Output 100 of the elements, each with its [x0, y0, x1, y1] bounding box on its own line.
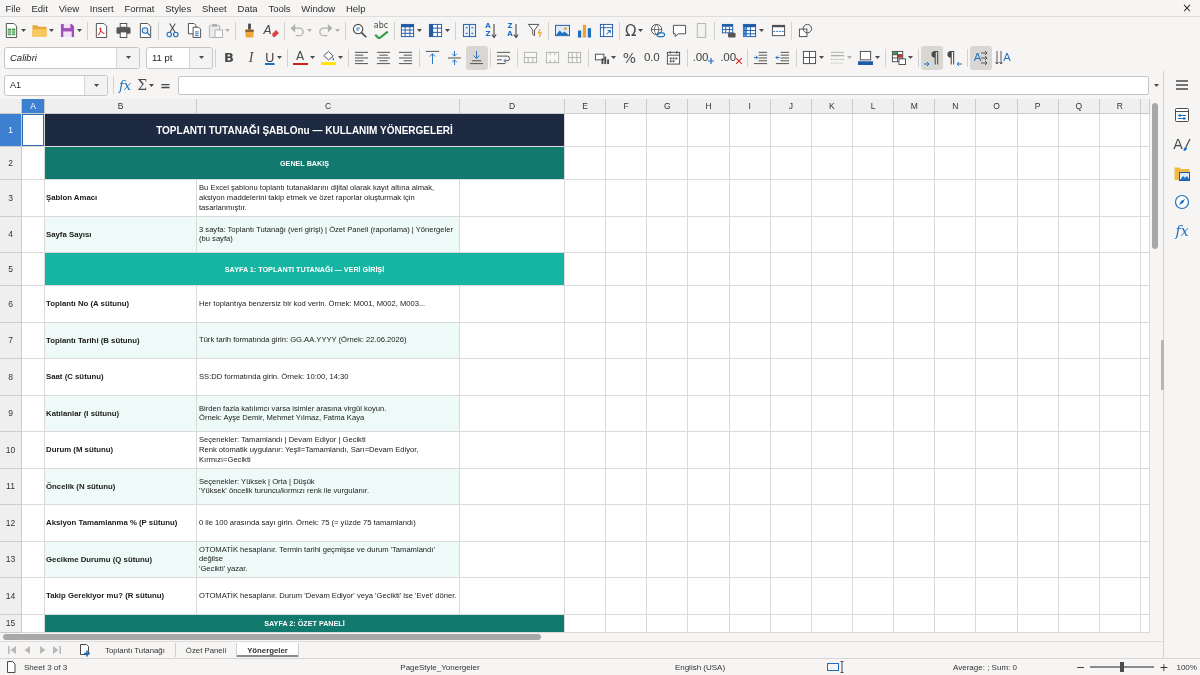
- function-wizard-button[interactable]: fx: [116, 74, 135, 96]
- scrollbar-thumb[interactable]: [1152, 103, 1158, 249]
- column-header[interactable]: D: [460, 99, 565, 114]
- row-header[interactable]: 4: [0, 216, 22, 253]
- down-arrows-icon: [995, 49, 1004, 66]
- styles-button[interactable]: A: [1170, 132, 1194, 156]
- underline-button[interactable]: U: [262, 45, 285, 70]
- number-format-standard-button[interactable]: 0.0: [640, 45, 663, 70]
- column-header[interactable]: E: [565, 99, 607, 114]
- right-aligned-lines-icon: [398, 50, 413, 65]
- row-header[interactable]: 14: [0, 578, 22, 615]
- menu-item[interactable]: Data: [232, 0, 263, 16]
- caret-icon: [93, 83, 99, 87]
- menu-item[interactable]: Help: [340, 0, 371, 16]
- language-status[interactable]: English (USA): [650, 662, 750, 672]
- menu-item[interactable]: Format: [119, 0, 160, 16]
- zoom-in-button[interactable]: +: [1159, 661, 1169, 673]
- column-header[interactable]: Q: [1058, 99, 1100, 114]
- sheet-position: Sheet 3 of 3: [24, 662, 69, 672]
- align-top-icon: [425, 50, 440, 65]
- paint-bucket-icon: [320, 50, 336, 65]
- calendar-icon: [666, 50, 681, 65]
- vertical-text-button[interactable]: A: [991, 45, 1014, 70]
- column-header[interactable]: H: [688, 99, 730, 114]
- indent-lines-icon: [753, 50, 769, 65]
- italic-button[interactable]: I: [240, 45, 262, 70]
- bar-left-triangle-icon: [7, 646, 16, 654]
- row-header[interactable]: 2: [0, 147, 22, 180]
- column-header[interactable]: C: [197, 99, 460, 114]
- menu-item[interactable]: Edit: [26, 0, 54, 16]
- slider-thumb[interactable]: [1120, 662, 1125, 672]
- color-bar-icon: [292, 62, 308, 66]
- speech-bubble-icon: [671, 23, 687, 38]
- menu-item[interactable]: Window: [295, 0, 341, 16]
- column-header[interactable]: K: [811, 99, 853, 114]
- clear-formatting-button[interactable]: A: [260, 18, 282, 43]
- row-header[interactable]: 11: [0, 468, 22, 505]
- menu-item[interactable]: View: [53, 0, 85, 16]
- column-header[interactable]: N: [935, 99, 977, 114]
- folder-picture-icon: [1174, 165, 1190, 181]
- row-header[interactable]: 10: [0, 432, 22, 469]
- menu-item[interactable]: File: [0, 0, 27, 16]
- row-header[interactable]: 12: [0, 505, 22, 542]
- row-header[interactable]: 8: [0, 359, 22, 396]
- row-header[interactable]: 5: [0, 253, 22, 286]
- row-header[interactable]: 13: [0, 541, 22, 578]
- delete-decimal-button[interactable]: .00: [717, 45, 745, 70]
- menu-item[interactable]: Styles: [159, 0, 197, 16]
- right-to-left-button[interactable]: ¶: [942, 45, 965, 70]
- zoom-percentage: 100%: [1176, 662, 1197, 672]
- row-header[interactable]: 9: [0, 395, 22, 432]
- left-to-right-button[interactable]: ¶: [920, 45, 943, 70]
- row-header[interactable]: 7: [0, 322, 22, 359]
- sidebar-grip[interactable]: [1161, 340, 1164, 390]
- column-header[interactable]: R: [1099, 99, 1141, 114]
- percent-format-button[interactable]: %: [618, 45, 641, 70]
- down-arrow-icon: [513, 22, 519, 39]
- add-sheet-button[interactable]: [77, 643, 91, 657]
- column-header[interactable]: G: [647, 99, 689, 114]
- row-header[interactable]: 3: [0, 180, 22, 217]
- page-style[interactable]: PageStyle_Yonergeler: [230, 662, 650, 672]
- menu-item[interactable]: Insert: [84, 0, 119, 16]
- scrollbar-thumb[interactable]: [3, 634, 541, 640]
- menu-item[interactable]: Tools: [263, 0, 296, 16]
- globe-link-icon: [649, 23, 665, 38]
- column-header[interactable]: L: [853, 99, 895, 114]
- font-color-button[interactable]: A: [289, 45, 318, 70]
- special-character-button[interactable]: Ω: [622, 18, 647, 43]
- formula-button[interactable]: =: [157, 74, 174, 96]
- column-header[interactable]: P: [1017, 99, 1059, 114]
- column-header[interactable]: I: [729, 99, 771, 114]
- down-arrow-icon: [491, 22, 497, 39]
- zoom-out-button[interactable]: −: [1076, 661, 1086, 673]
- add-decimal-button[interactable]: .00: [689, 45, 718, 70]
- horizontal-text-button[interactable]: A: [969, 45, 992, 70]
- functions-button[interactable]: fx: [1170, 219, 1194, 243]
- close-document-button[interactable]: ×: [1178, 1, 1195, 15]
- column-header[interactable]: M: [894, 99, 936, 114]
- align-bottom-button[interactable]: [465, 45, 488, 70]
- sum-button[interactable]: Σ: [134, 74, 158, 96]
- bold-button[interactable]: B: [218, 45, 240, 70]
- formula-input-field[interactable]: [177, 75, 1149, 95]
- column-header[interactable]: B: [45, 99, 197, 114]
- cell-cursor: [22, 114, 45, 147]
- column-header[interactable]: A: [22, 99, 45, 114]
- column-header[interactable]: J: [770, 99, 812, 114]
- divided-box-icon: [461, 23, 477, 38]
- name-box-field[interactable]: A1: [4, 74, 108, 96]
- column-header[interactable]: F: [606, 99, 648, 114]
- column-header[interactable]: O: [976, 99, 1018, 114]
- right-arrows-icon: [981, 49, 989, 66]
- font-name-field[interactable]: Calibri: [4, 46, 140, 69]
- row-header[interactable]: 6: [0, 286, 22, 323]
- paintbrush-icon: [1182, 136, 1191, 152]
- row-header[interactable]: 1: [0, 114, 22, 147]
- menu-item[interactable]: Sheet: [196, 0, 233, 16]
- spelling-button[interactable]: abc: [370, 18, 392, 43]
- font-size-field[interactable]: 11 pt: [146, 46, 213, 69]
- merged-cells-icon: [523, 50, 538, 65]
- page-magnifier-icon: [137, 23, 153, 38]
